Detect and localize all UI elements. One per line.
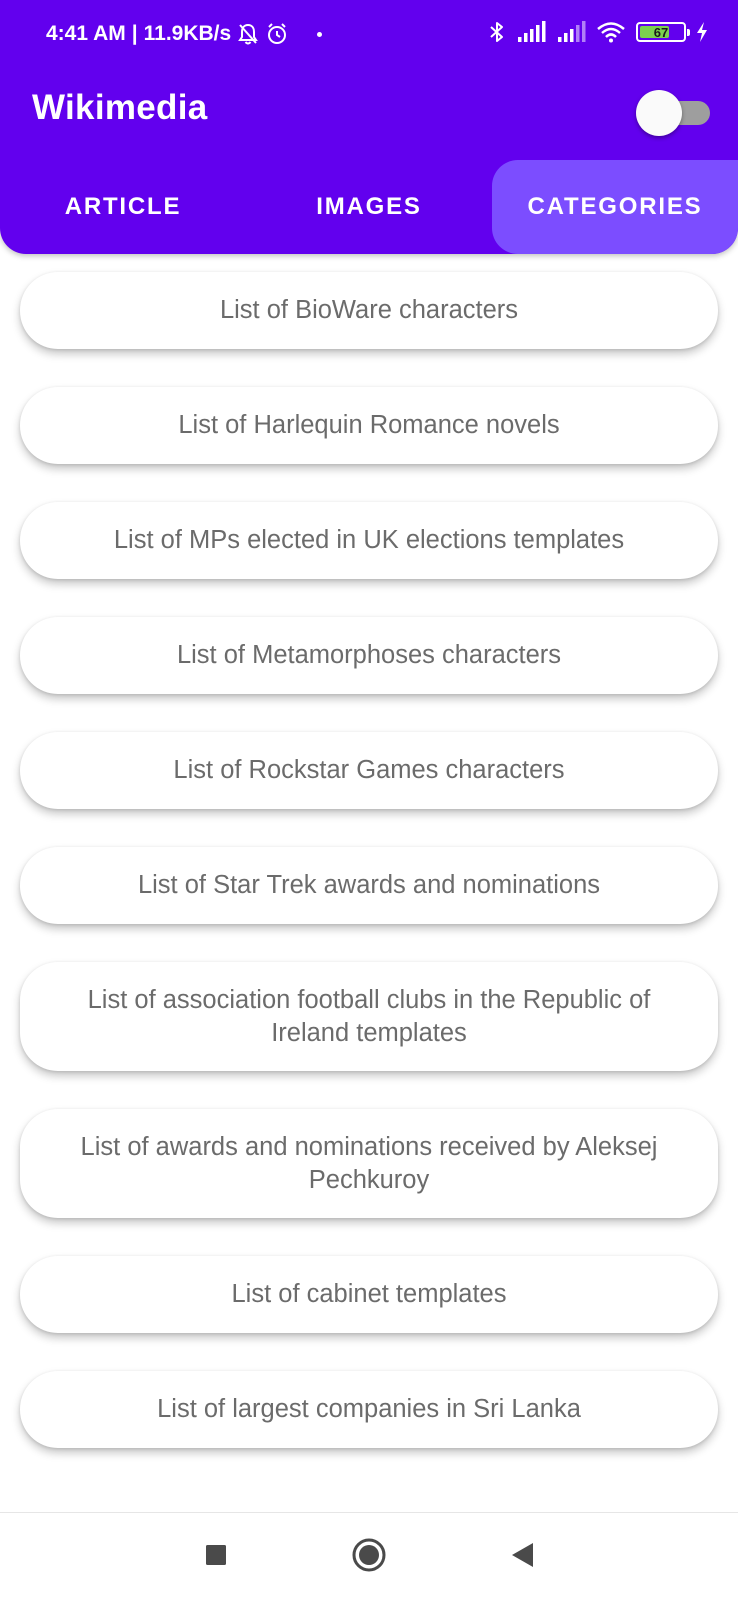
category-item[interactable]: List of Metamorphoses characters: [20, 617, 718, 694]
alarm-icon: [268, 23, 287, 44]
charging-icon: [697, 22, 707, 42]
toggle-switch[interactable]: [636, 90, 716, 136]
recents-button[interactable]: [194, 1533, 238, 1577]
tab-categories[interactable]: CATEGORIES: [492, 160, 738, 254]
category-item[interactable]: List of largest companies in Sri Lanka: [20, 1371, 718, 1448]
category-item[interactable]: List of BioWare characters: [20, 272, 718, 349]
signal-icon: [518, 21, 546, 42]
category-item[interactable]: List of Harlequin Romance novels: [20, 387, 718, 464]
category-item[interactable]: List of MPs elected in UK elections temp…: [20, 502, 718, 579]
tab-bar: ARTICLE IMAGES CATEGORIES: [0, 160, 738, 254]
category-item[interactable]: List of Star Trek awards and nominations: [20, 847, 718, 924]
battery-level: 67: [653, 24, 669, 40]
app-header: 4:41 AM | 11.9KB/s 67 Wikimedia ARTICLE …: [0, 0, 738, 254]
category-item[interactable]: List of association football clubs in th…: [20, 962, 718, 1071]
toggle-thumb: [636, 90, 682, 136]
wifi-icon: [597, 22, 625, 43]
status-time: 4:41 AM: [46, 22, 126, 45]
category-item[interactable]: List of awards and nominations received …: [20, 1109, 718, 1218]
home-button[interactable]: [347, 1533, 391, 1577]
categories-list: List of BioWare characters List of Harle…: [20, 272, 718, 1486]
network-speed: 11.9KB/s: [143, 22, 232, 45]
home-circle-icon: [352, 1538, 386, 1572]
status-separator: |: [131, 22, 138, 45]
app-bar: Wikimedia: [0, 70, 738, 160]
signal-icon: [558, 21, 586, 42]
status-right: 67: [488, 20, 708, 44]
notifications-off-icon: [238, 23, 259, 45]
battery-icon: 67: [636, 22, 690, 42]
category-item[interactable]: List of cabinet templates: [20, 1256, 718, 1333]
system-navigation-bar: [0, 1512, 738, 1601]
recents-square-icon: [206, 1545, 226, 1565]
tab-images[interactable]: IMAGES: [246, 160, 492, 254]
app-title: Wikimedia: [32, 88, 208, 127]
back-triangle-icon: [512, 1543, 533, 1567]
bluetooth-icon: [490, 22, 503, 42]
status-bar: 4:41 AM | 11.9KB/s 67: [0, 0, 738, 70]
status-left: 4:41 AM | 11.9KB/s: [46, 22, 323, 46]
category-item[interactable]: List of Rockstar Games characters: [20, 732, 718, 809]
back-button[interactable]: [500, 1533, 544, 1577]
tab-article[interactable]: ARTICLE: [0, 160, 246, 254]
notification-dot: [317, 31, 323, 37]
